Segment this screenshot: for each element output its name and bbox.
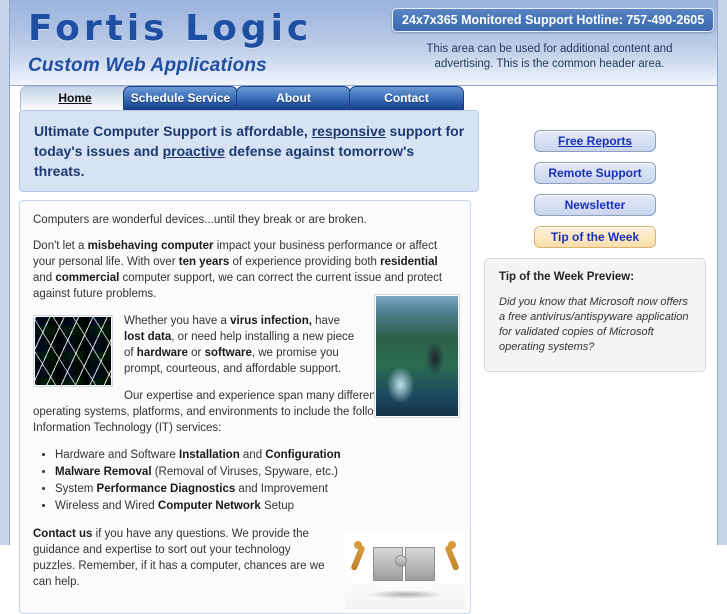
network-cabling-photo-art: [376, 296, 458, 416]
headline-part-1: Ultimate Computer Support is affordable,: [34, 123, 312, 139]
sidebar-item-remote-support[interactable]: Remote Support: [534, 162, 656, 184]
main-column: Ultimate Computer Support is affordable,…: [19, 110, 479, 614]
puzzle-pieces-teamwork-image: [345, 531, 465, 609]
tip-preview-title: Tip of the Week Preview:: [499, 271, 635, 283]
header-advertising-text: This area can be used for additional con…: [426, 43, 673, 70]
network-cabling-photo: [374, 294, 460, 418]
article-card: Computers are wonderful devices...until …: [19, 200, 471, 614]
p2-e: and: [33, 272, 56, 284]
service-3-pre: System: [55, 483, 97, 495]
tab-about[interactable]: About: [236, 86, 351, 110]
tab-home-label: Home: [58, 91, 92, 105]
service-4-mid: Setup: [260, 500, 295, 512]
sidebar-item-free-reports[interactable]: Free Reports: [534, 130, 656, 152]
puzzle-knob: [395, 555, 407, 567]
service-4-pre: Wireless and Wired: [55, 500, 158, 512]
sidebar-item-tip-of-the-week[interactable]: Tip of the Week: [534, 226, 656, 248]
site-header: Fortis Logic Custom Web Applications 24x…: [10, 0, 717, 86]
tab-schedule-service[interactable]: Schedule Service: [123, 86, 238, 110]
it-services-list: Hardware and Software Installation and C…: [33, 447, 457, 514]
tab-about-label: About: [276, 91, 311, 105]
p2-b4: commercial: [55, 272, 120, 284]
service-4-b1: Computer Network: [157, 500, 261, 512]
p3-b3: hardware: [136, 347, 188, 359]
p2-b1: misbehaving computer: [87, 240, 214, 252]
right-gutter: [717, 0, 727, 545]
logo-tagline: Custom Web Applications: [28, 55, 267, 76]
figure-left-head: [354, 541, 362, 549]
service-1-b2: Configuration: [265, 449, 341, 461]
p3-b4: software: [204, 347, 252, 359]
binary-code-network-image: [33, 315, 113, 387]
left-gutter: [0, 0, 10, 545]
p5-contact-us: Contact us: [33, 528, 93, 540]
service-1-b1: Installation: [179, 449, 240, 461]
list-item: Wireless and Wired Computer Network Setu…: [55, 498, 457, 514]
p3-b1: virus infection,: [230, 315, 312, 327]
list-item: Hardware and Software Installation and C…: [55, 447, 457, 463]
service-3-mid: and Improvement: [235, 483, 328, 495]
page-content: Ultimate Computer Support is affordable,…: [11, 110, 716, 614]
sidebar: Free Reports Remote Support Newsletter T…: [480, 130, 710, 372]
p2-d: of experience providing both: [229, 256, 381, 268]
right-gutter-rule: [717, 0, 718, 545]
headline-underline-responsive: responsive: [311, 123, 386, 139]
headline-panel: Ultimate Computer Support is affordable,…: [19, 110, 479, 192]
tab-home[interactable]: Home: [20, 86, 130, 110]
support-hotline-badge[interactable]: 24x7x365 Monitored Support Hotline: 757-…: [392, 8, 715, 32]
tab-schedule-service-label: Schedule Service: [130, 91, 231, 105]
p2-a: Don't let a: [33, 240, 88, 252]
article-intro: Computers are wonderful devices...until …: [33, 214, 367, 226]
p2-b2: ten years: [178, 256, 230, 268]
service-2-mid: (Removal of Viruses, Spyware, etc.): [151, 466, 338, 478]
tip-of-the-week-preview-box: Tip of the Week Preview: Did you know th…: [484, 258, 706, 372]
service-3-b1: Performance Diagnostics: [96, 483, 236, 495]
list-item: Malware Removal (Removal of Viruses, Spy…: [55, 464, 457, 480]
tab-contact-label: Contact: [384, 91, 429, 105]
p3-e: or: [187, 347, 205, 359]
header-right-block: 24x7x365 Monitored Support Hotline: 757-…: [392, 8, 715, 72]
brand-block: Fortis Logic Custom Web Applications: [28, 6, 312, 78]
main-navigation: Home Schedule Service About Contact: [10, 86, 717, 110]
p3-b2: lost data: [124, 331, 172, 343]
list-item: System Performance Diagnostics and Impro…: [55, 481, 457, 497]
service-1-pre: Hardware and Software: [55, 449, 180, 461]
p2-b3: residential: [380, 256, 438, 268]
p3-a: Whether you have a: [124, 315, 231, 327]
article-paragraph-2: Don't let a misbehaving computer impact …: [33, 238, 457, 302]
service-2-b1: Malware Removal: [55, 466, 152, 478]
puzzle-shadow: [367, 590, 445, 599]
figure-right-head: [448, 541, 456, 549]
puzzle-pieces-art: [345, 531, 465, 609]
logo-title: Fortis Logic: [28, 8, 313, 49]
page-root: Fortis Logic Custom Web Applications 24x…: [0, 0, 727, 614]
headline-underline-proactive: proactive: [162, 143, 225, 159]
sidebar-item-newsletter[interactable]: Newsletter: [534, 194, 656, 216]
tab-contact[interactable]: Contact: [349, 86, 464, 110]
binary-code-network-art: [35, 317, 111, 385]
p3-c: have: [311, 315, 341, 327]
service-1-mid: and: [239, 449, 266, 461]
puzzle-piece-right: [405, 547, 435, 581]
tip-preview-text: Did you know that Microsoft now offers a…: [499, 296, 689, 353]
